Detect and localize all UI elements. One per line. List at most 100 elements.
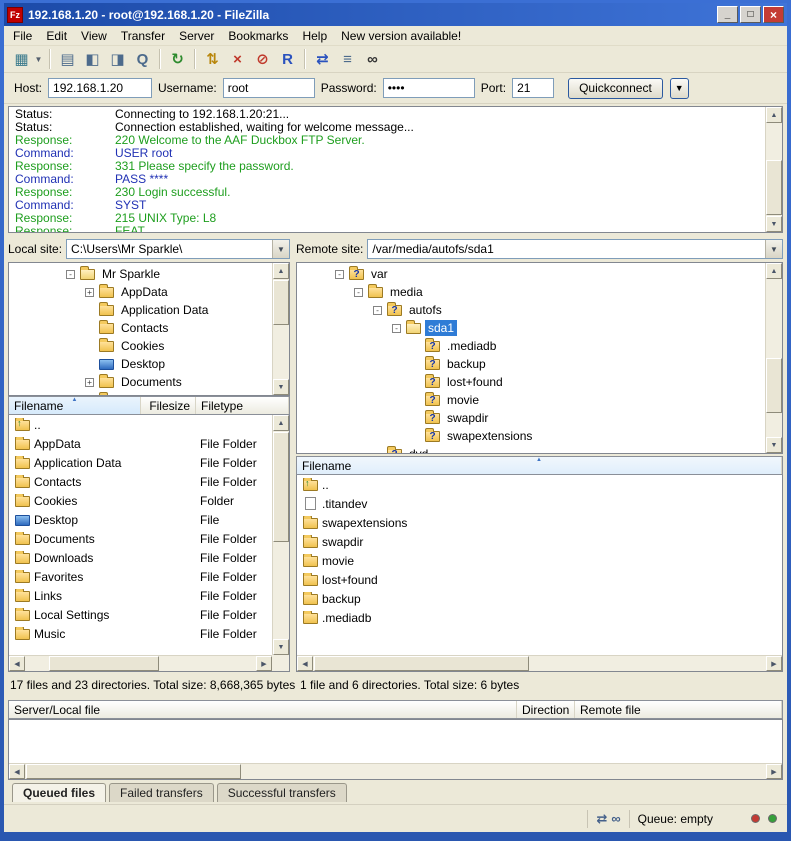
tree-expander-icon[interactable]: - <box>392 324 401 333</box>
scroll-up-button[interactable] <box>766 263 782 279</box>
remote-list-horizontal-scrollbar[interactable] <box>297 655 782 671</box>
scroll-up-button[interactable] <box>766 107 782 123</box>
tree-item[interactable]: Cookies <box>9 337 289 355</box>
file-row[interactable]: movie <box>297 551 782 570</box>
scrollbar-thumb[interactable] <box>314 656 529 671</box>
scroll-left-button[interactable] <box>9 764 25 779</box>
scroll-right-button[interactable] <box>256 656 272 671</box>
scroll-up-button[interactable] <box>273 415 289 431</box>
synchronized-browsing-button[interactable]: ≡ <box>335 48 360 71</box>
scrollbar-thumb[interactable] <box>273 280 289 325</box>
scrollbar-thumb[interactable] <box>766 358 782 413</box>
tree-expander-icon[interactable]: - <box>66 270 75 279</box>
menu-item[interactable]: Help <box>295 27 334 45</box>
find-files-icon[interactable]: ∞ <box>611 811 620 826</box>
menu-item[interactable]: File <box>6 27 39 45</box>
tree-item[interactable]: - autofs <box>297 301 782 319</box>
tree-item[interactable]: - media <box>297 283 782 301</box>
file-row[interactable]: swapdir <box>297 532 782 551</box>
tree-item[interactable]: swapextensions <box>297 427 782 445</box>
file-row[interactable]: Contacts File Folder <box>9 472 289 491</box>
scroll-down-button[interactable] <box>273 379 289 395</box>
toggle-queue-button[interactable]: Q <box>130 48 155 71</box>
port-input[interactable]: 21 <box>512 78 554 98</box>
queue-horizontal-scrollbar[interactable] <box>9 763 782 779</box>
tree-item[interactable]: - sda1 <box>297 319 782 337</box>
file-row[interactable]: Local Settings File Folder <box>9 605 289 624</box>
scroll-right-button[interactable] <box>766 764 782 779</box>
queue-column-header[interactable]: Direction <box>517 701 575 718</box>
tree-item[interactable]: - Mr Sparkle <box>9 265 289 283</box>
directory-comparison-button[interactable]: ⇄ <box>310 48 335 71</box>
file-row[interactable]: Application Data File Folder <box>9 453 289 472</box>
tree-item[interactable]: backup <box>297 355 782 373</box>
file-row[interactable]: Downloads File Folder <box>9 548 289 567</box>
column-header[interactable]: Filetype <box>196 397 289 414</box>
tree-expander-icon[interactable]: + <box>85 378 94 387</box>
tree-item[interactable]: movie <box>297 391 782 409</box>
menu-item[interactable]: View <box>74 27 114 45</box>
menu-item[interactable]: Transfer <box>114 27 172 45</box>
tree-expander-icon[interactable]: - <box>373 306 382 315</box>
column-header[interactable]: Filename <box>9 397 141 414</box>
cancel-button[interactable]: × <box>225 48 250 71</box>
scrollbar-thumb[interactable] <box>273 432 289 542</box>
local-tree-vertical-scrollbar[interactable] <box>272 263 289 395</box>
toggle-message-log-button[interactable]: ▤ <box>55 48 80 71</box>
refresh-button[interactable]: ↻ <box>165 48 190 71</box>
queue-column-header[interactable]: Server/Local file <box>9 701 517 718</box>
combo-dropdown-icon[interactable] <box>272 240 289 258</box>
tree-item[interactable]: - var <box>297 265 782 283</box>
file-row[interactable]: Music File Folder <box>9 624 289 643</box>
file-row[interactable]: swapextensions <box>297 513 782 532</box>
minimize-button[interactable]: _ <box>717 6 738 23</box>
tree-item[interactable]: lost+found <box>297 373 782 391</box>
column-header[interactable]: Filename <box>297 457 782 474</box>
quickconnect-button[interactable]: Quickconnect <box>568 78 663 99</box>
tree-item[interactable]: Contacts <box>9 319 289 337</box>
menu-item[interactable]: New version available! <box>334 27 468 45</box>
disconnect-button[interactable]: ⊘ <box>250 48 275 71</box>
tree-expander-icon[interactable]: + <box>85 288 94 297</box>
find-files-button[interactable]: ∞ <box>360 48 385 71</box>
queue-tab[interactable]: Successful transfers <box>217 783 347 802</box>
file-row[interactable]: Documents File Folder <box>9 529 289 548</box>
scroll-down-button[interactable] <box>273 639 289 655</box>
host-input[interactable]: 192.168.1.20 <box>48 78 152 98</box>
menu-item[interactable]: Server <box>172 27 221 45</box>
username-input[interactable]: root <box>223 78 315 98</box>
scroll-up-button[interactable] <box>273 263 289 279</box>
toggle-local-tree-button[interactable]: ◧ <box>80 48 105 71</box>
tree-item[interactable]: Desktop <box>9 355 289 373</box>
password-input[interactable]: •••• <box>383 78 475 98</box>
reconnect-button[interactable]: R <box>275 48 300 71</box>
local-list-horizontal-scrollbar[interactable] <box>9 655 272 671</box>
tree-item[interactable]: + AppData <box>9 283 289 301</box>
combo-dropdown-icon[interactable] <box>765 240 782 258</box>
remote-site-combo[interactable]: /var/media/autofs/sda1 <box>367 239 783 259</box>
queue-tab[interactable]: Failed transfers <box>109 783 214 802</box>
tree-item[interactable]: Application Data <box>9 301 289 319</box>
scroll-down-button[interactable] <box>766 216 782 232</box>
menu-item[interactable]: Bookmarks <box>221 27 295 45</box>
tree-item[interactable]: .mediadb <box>297 337 782 355</box>
maximize-button[interactable]: □ <box>740 6 761 23</box>
directory-comparison-icon[interactable]: ⇄ <box>596 811 607 827</box>
quickconnect-dropdown[interactable]: ▼ <box>670 78 689 99</box>
menu-item[interactable]: Edit <box>39 27 74 45</box>
site-manager-dropdown[interactable]: ▼ <box>32 48 45 71</box>
log-vertical-scrollbar[interactable] <box>765 107 782 232</box>
file-row[interactable]: .titandev <box>297 494 782 513</box>
remote-tree-vertical-scrollbar[interactable] <box>765 263 782 453</box>
queue-column-header[interactable]: Remote file <box>575 701 782 718</box>
site-manager-button[interactable]: ▦ <box>9 48 34 71</box>
tree-item[interactable]: dvd <box>297 445 782 454</box>
scrollbar-thumb[interactable] <box>766 160 782 215</box>
tree-item[interactable]: swapdir <box>297 409 782 427</box>
local-site-combo[interactable]: C:\Users\Mr Sparkle\ <box>66 239 290 259</box>
toggle-remote-tree-button[interactable]: ◨ <box>105 48 130 71</box>
local-list-vertical-scrollbar[interactable] <box>272 415 289 655</box>
file-row[interactable]: .. <box>9 415 289 434</box>
scroll-down-button[interactable] <box>766 437 782 453</box>
scroll-left-button[interactable] <box>9 656 25 671</box>
